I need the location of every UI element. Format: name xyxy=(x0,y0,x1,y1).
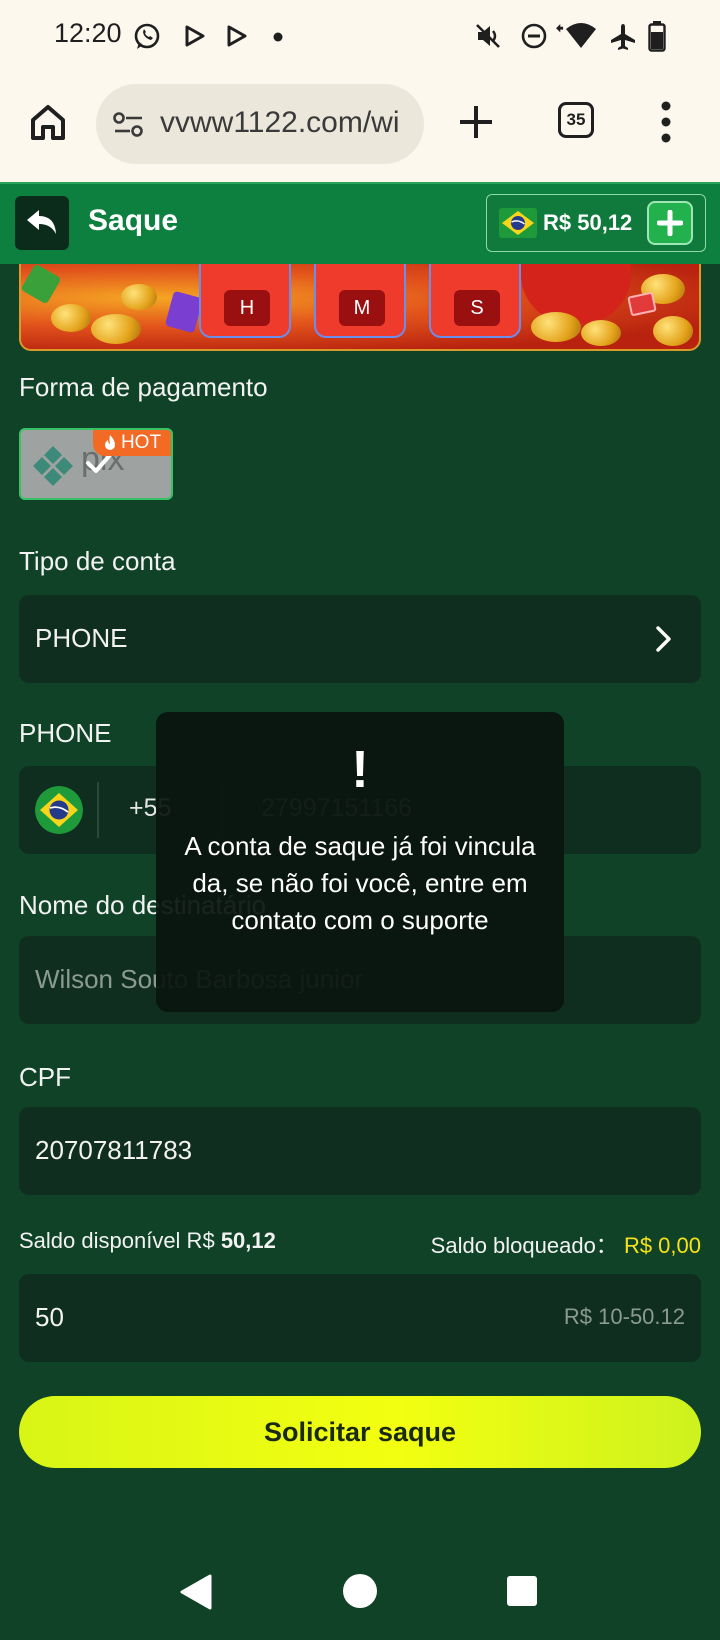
toast-message: A conta de saque já foi vinculada, se nã… xyxy=(184,831,536,935)
available-balance-label: Saldo disponível R$ xyxy=(19,1228,215,1253)
exclamation-icon: ! xyxy=(351,741,369,799)
nav-home-icon[interactable] xyxy=(342,1573,378,1609)
do-not-disturb-icon xyxy=(521,23,547,49)
whatsapp-icon xyxy=(134,23,160,49)
play-store-icon xyxy=(185,25,205,47)
cpf-value[interactable]: 20707811783 xyxy=(35,1135,192,1166)
phone-label: PHONE xyxy=(19,718,112,748)
countdown-minutes: M xyxy=(314,264,406,338)
site-settings-icon[interactable] xyxy=(112,110,146,140)
dot-icon xyxy=(273,32,283,42)
divider xyxy=(97,782,99,838)
brazil-flag-icon xyxy=(499,208,537,238)
gem-decoration xyxy=(21,264,62,305)
browser-toolbar: vvww1122.com/wi 35 xyxy=(0,72,720,182)
account-type-label: Tipo de conta xyxy=(19,546,176,576)
amount-range-hint: R$ 10-50.12 xyxy=(563,1304,685,1329)
status-time: 12:20 xyxy=(54,18,122,48)
blocked-balance-label: Saldo bloqueado： xyxy=(430,1233,618,1258)
deposit-button[interactable] xyxy=(647,201,693,245)
coin-decoration xyxy=(581,320,621,346)
available-balance: Saldo disponível R$ 50,12 xyxy=(19,1228,276,1254)
countdown-seconds: S xyxy=(429,264,521,338)
back-button[interactable] xyxy=(15,196,69,250)
more-menu-icon[interactable] xyxy=(660,100,672,144)
blocked-balance: Saldo bloqueado： R$ 0,00 xyxy=(431,1228,701,1260)
countdown-unit-minutes: M xyxy=(339,290,385,326)
battery-icon xyxy=(648,21,666,52)
header-balance: R$ 50,12 xyxy=(543,210,633,235)
countdown-hours: H xyxy=(199,264,291,338)
nav-recents-icon[interactable] xyxy=(506,1575,538,1607)
back-arrow-icon xyxy=(27,210,56,234)
wifi-icon xyxy=(556,23,596,48)
account-type-select[interactable]: PHONE xyxy=(19,595,701,683)
account-type-value: PHONE xyxy=(35,623,128,653)
airplane-icon xyxy=(611,24,635,50)
app-header: Saque R$ 50,12 xyxy=(0,182,720,264)
envelope-icon xyxy=(627,291,657,317)
hot-badge-label: HOT xyxy=(120,432,162,453)
coin-decoration xyxy=(51,304,91,332)
payment-method-label: Forma de pagamento xyxy=(19,372,268,402)
coin-decoration xyxy=(121,284,157,310)
pix-logo-icon xyxy=(33,446,73,486)
request-withdrawal-button[interactable]: Solicitar saque xyxy=(19,1396,701,1468)
brazil-flag-icon xyxy=(35,786,83,834)
page-title: Saque xyxy=(88,204,179,237)
error-toast: ! A conta de saque já foi vinculada, se … xyxy=(156,712,564,1012)
coin-decoration xyxy=(531,312,581,342)
mute-icon xyxy=(476,24,500,48)
cpf-label: CPF xyxy=(19,1062,71,1092)
home-icon[interactable] xyxy=(28,102,68,142)
chevron-right-icon xyxy=(656,626,671,652)
coin-decoration xyxy=(91,314,141,344)
system-nav-bar xyxy=(0,1545,720,1640)
play-store-icon xyxy=(227,25,247,47)
gem-decoration xyxy=(164,290,204,334)
plus-icon xyxy=(657,210,683,236)
pix-payment-option[interactable]: pix HOT xyxy=(19,428,173,500)
hot-badge: HOT xyxy=(93,430,171,456)
blocked-balance-value: R$ 0,00 xyxy=(623,1233,701,1258)
cpf-field[interactable]: 20707811783 xyxy=(19,1107,701,1195)
status-bar: 12:20 xyxy=(0,0,720,72)
coin-decoration xyxy=(653,316,693,346)
countdown-unit-hours: H xyxy=(224,290,270,326)
amount-field[interactable]: 50 R$ 10-50.12 xyxy=(19,1274,701,1362)
amount-value[interactable]: 50 xyxy=(35,1302,64,1333)
url-text[interactable]: vvww1122.com/wi xyxy=(160,106,400,140)
address-bar[interactable]: vvww1122.com/wi xyxy=(96,84,424,164)
promo-banner[interactable]: H M S xyxy=(19,264,701,351)
tab-switcher-button[interactable]: 35 xyxy=(558,102,594,138)
countdown-unit-seconds: S xyxy=(454,290,500,326)
money-bag-decoration xyxy=(521,264,631,324)
balance-widget: R$ 50,12 xyxy=(486,194,706,252)
available-balance-value: 50,12 xyxy=(220,1228,276,1253)
nav-back-icon[interactable] xyxy=(178,1573,214,1611)
flame-icon xyxy=(104,435,115,450)
new-tab-icon[interactable] xyxy=(456,102,496,142)
